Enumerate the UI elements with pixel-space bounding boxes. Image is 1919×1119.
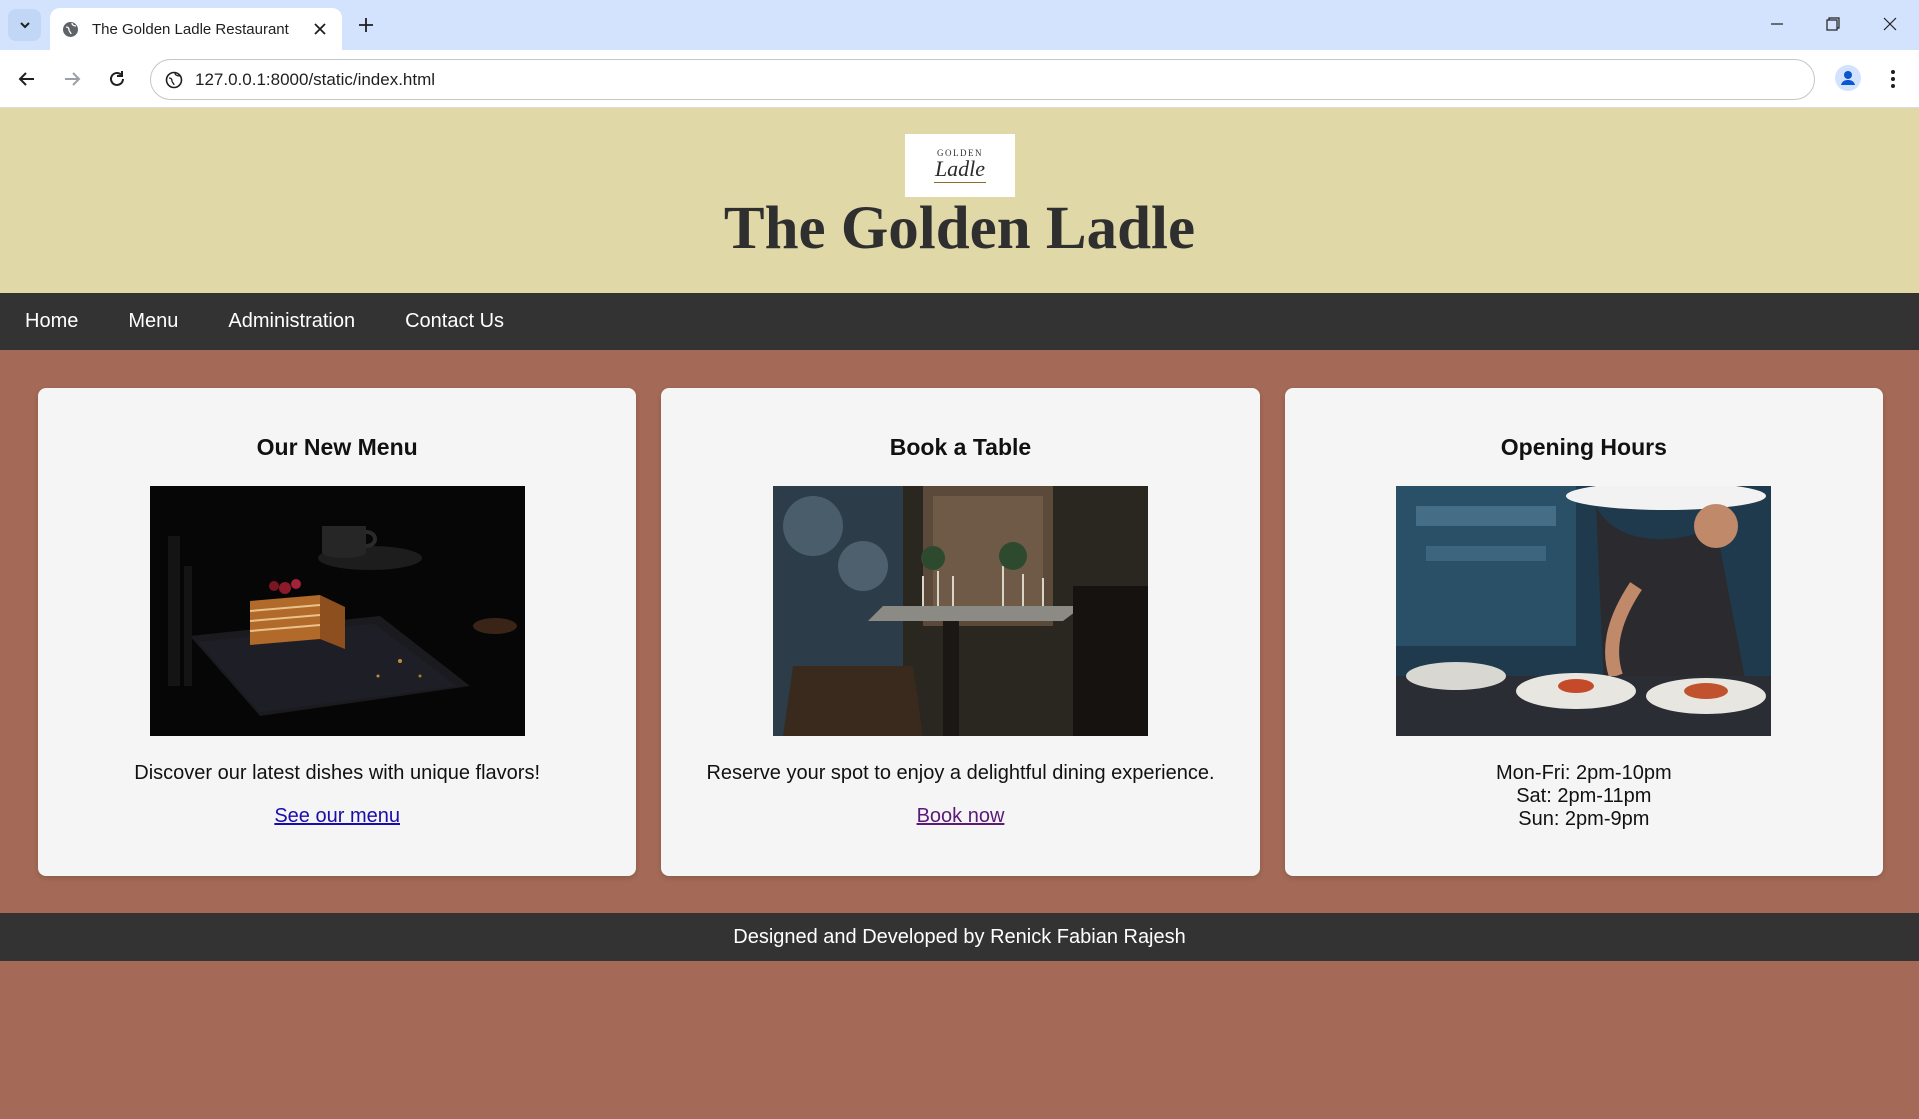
minimize-icon[interactable] xyxy=(1755,8,1799,40)
see-menu-link[interactable]: See our menu xyxy=(274,805,400,828)
card-opening-hours: Opening Hours Mon-Fri: 2pm-10pm Sat: 2pm… xyxy=(1284,388,1883,876)
logo-divider xyxy=(934,182,986,183)
book-now-link[interactable]: Book now xyxy=(917,805,1005,828)
card-text: Reserve your spot to enjoy a delightful … xyxy=(706,762,1215,784)
card-title: Opening Hours xyxy=(1500,434,1667,460)
back-icon[interactable] xyxy=(10,62,44,96)
globe-icon xyxy=(62,20,80,38)
main-nav: Home Menu Administration Contact Us xyxy=(0,293,1919,350)
hours-weekdays: Mon-Fri: 2pm-10pm xyxy=(1496,762,1672,784)
nav-menu[interactable]: Menu xyxy=(128,310,178,333)
hours-sunday: Sun: 2pm-9pm xyxy=(1518,808,1650,830)
hours-saturday: Sat: 2pm-11pm xyxy=(1516,785,1652,807)
restore-icon[interactable] xyxy=(1811,8,1855,40)
nav-administration[interactable]: Administration xyxy=(228,310,355,333)
logo-bottom-text: Ladle xyxy=(934,156,986,181)
browser-tab[interactable]: The Golden Ladle Restaurant xyxy=(50,8,342,50)
chevron-down-icon xyxy=(19,22,30,29)
tab-search-button[interactable] xyxy=(8,9,41,41)
chef-plating-image xyxy=(1396,486,1772,736)
profile-icon[interactable] xyxy=(1832,62,1864,94)
dining-table-image xyxy=(772,486,1148,736)
card-new-menu: Our New Menu Discover our latest dishes … xyxy=(38,388,637,876)
address-bar[interactable]: 127.0.0.1:8000/static/index.html xyxy=(150,59,1815,100)
url-text: 127.0.0.1:8000/static/index.html xyxy=(195,69,436,89)
tab-title: The Golden Ladle Restaurant xyxy=(92,20,289,38)
site-footer: Designed and Developed by Renick Fabian … xyxy=(0,913,1919,961)
browser-toolbar: 127.0.0.1:8000/static/index.html xyxy=(0,50,1919,108)
nav-contact-us[interactable]: Contact Us xyxy=(405,310,504,333)
card-title: Book a Table xyxy=(889,434,1032,460)
browser-tab-bar: The Golden Ladle Restaurant xyxy=(0,0,1919,50)
forward-icon[interactable] xyxy=(55,62,89,96)
close-tab-icon[interactable] xyxy=(310,19,330,39)
card-title: Our New Menu xyxy=(256,434,418,460)
site-info-icon[interactable] xyxy=(163,69,185,91)
new-tab-icon[interactable] xyxy=(352,11,380,39)
reload-icon[interactable] xyxy=(100,62,134,96)
card-text: Discover our latest dishes with unique f… xyxy=(134,762,541,784)
cake-dessert-image xyxy=(149,486,525,736)
nav-home[interactable]: Home xyxy=(25,310,78,333)
feature-cards: Our New Menu Discover our latest dishes … xyxy=(38,388,1883,876)
close-window-icon[interactable] xyxy=(1868,8,1912,40)
opening-hours-list: Mon-Fri: 2pm-10pm Sat: 2pm-11pm Sun: 2pm… xyxy=(1285,762,1883,831)
footer-credit: Designed and Developed by Renick Fabian … xyxy=(733,925,1186,948)
card-book-table: Book a Table Reserve your spot to enjoy … xyxy=(661,388,1260,876)
restaurant-logo: GOLDEN Ladle xyxy=(905,134,1015,197)
menu-kebab-icon[interactable] xyxy=(1878,62,1908,96)
site-header: GOLDEN Ladle The Golden Ladle xyxy=(0,108,1919,293)
page-title: The Golden Ladle xyxy=(723,195,1196,262)
